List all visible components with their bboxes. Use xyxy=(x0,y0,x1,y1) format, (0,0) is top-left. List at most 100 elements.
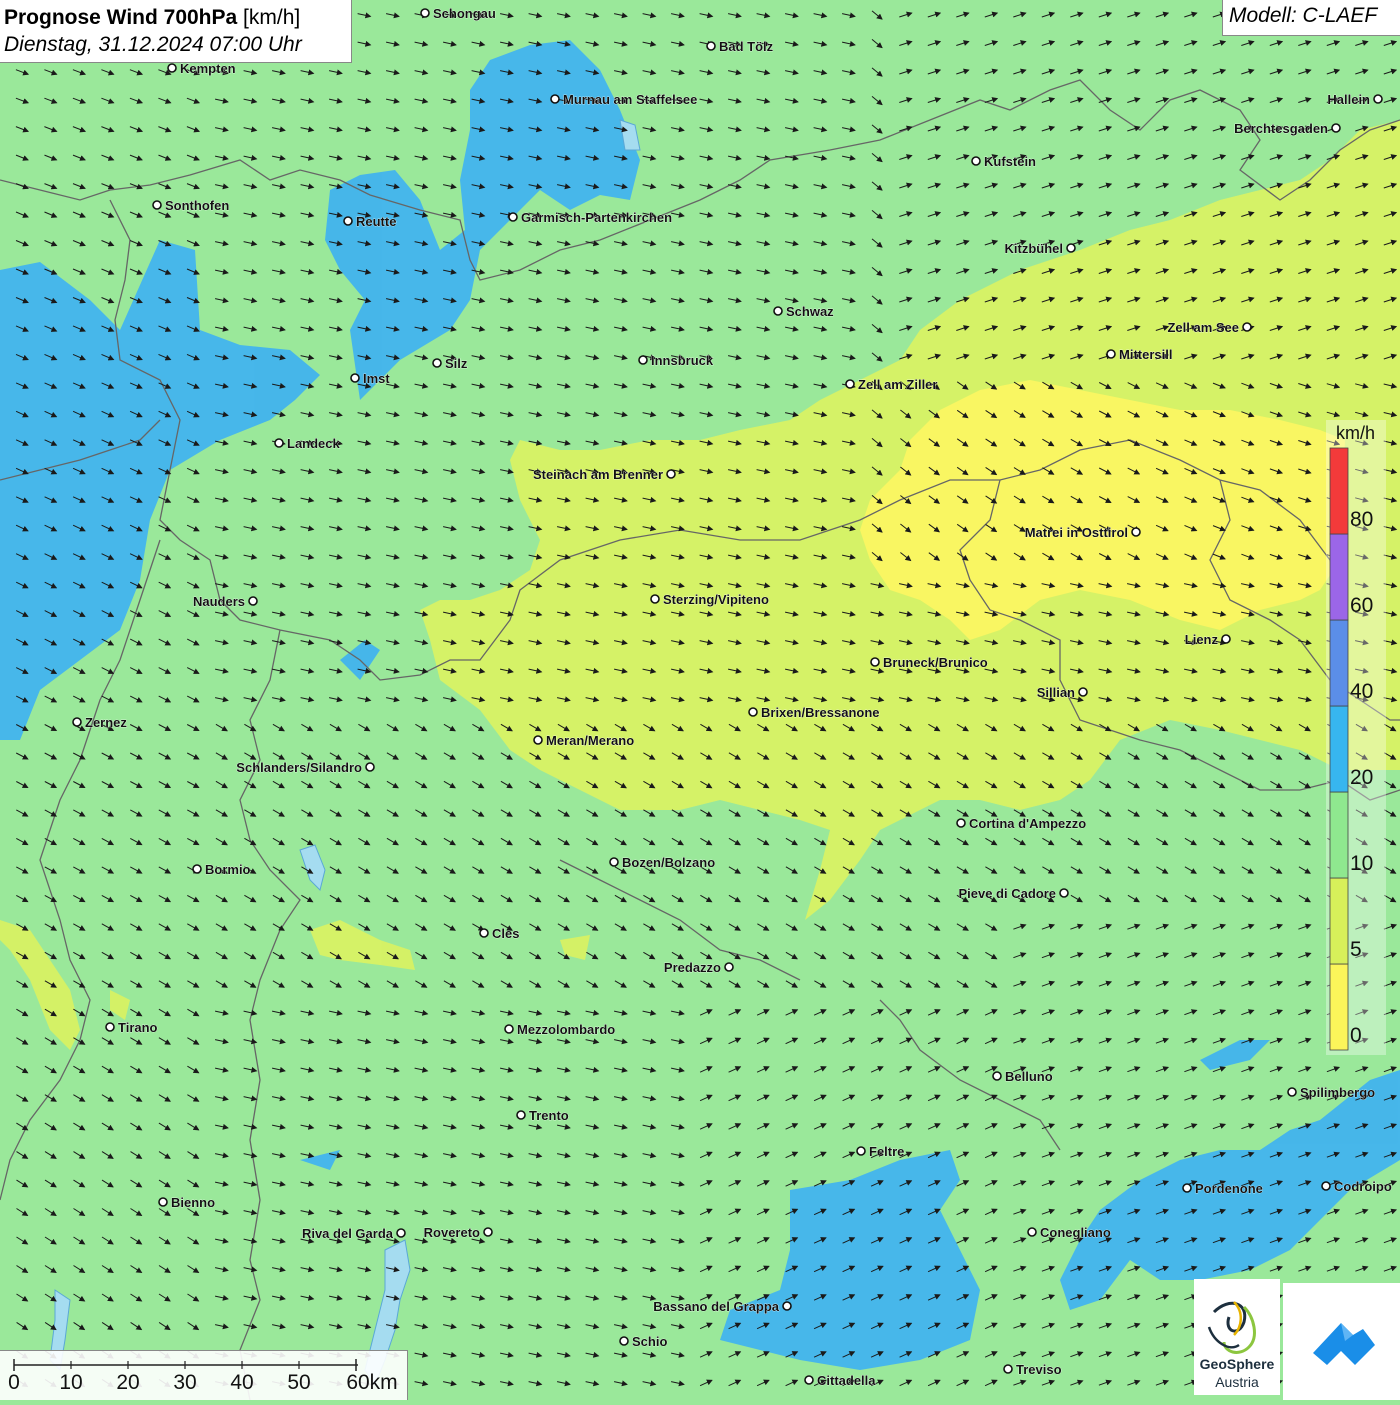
city-label: Trento xyxy=(529,1108,569,1123)
city-dot xyxy=(105,1022,115,1032)
city-marker: Brixen/Bressanone xyxy=(748,705,880,720)
city-marker: Schongau xyxy=(420,6,496,21)
city-dot xyxy=(773,306,783,316)
city-label: Schwaz xyxy=(786,304,834,319)
city-label: Cles xyxy=(492,926,519,941)
legend-label: 0 xyxy=(1350,1024,1362,1047)
geosphere-emblem-icon xyxy=(1207,1301,1256,1354)
city-dot xyxy=(248,596,258,606)
legend-swatch xyxy=(1329,447,1349,535)
city-marker: Schlanders/Silandro xyxy=(236,760,375,775)
city-marker: Pieve di Cadore xyxy=(958,886,1069,901)
city-label: Riva del Garda xyxy=(302,1226,394,1241)
wind-map: Schongau Bad Tölz Kempten Hallein Murnau am … xyxy=(0,0,1400,1400)
city-dot xyxy=(365,762,375,772)
city-label: Schongau xyxy=(433,6,496,21)
city-marker: Riva del Garda xyxy=(302,1226,406,1241)
city-dot xyxy=(956,818,966,828)
city-dot xyxy=(1242,322,1252,332)
title-main: Prognose Wind 700hPa xyxy=(4,6,238,29)
city-dot xyxy=(1373,94,1383,104)
city-label: Codroipo xyxy=(1334,1179,1392,1194)
legend-swatch xyxy=(1329,619,1349,707)
city-label: Nauders xyxy=(193,594,245,609)
city-dot xyxy=(1078,687,1088,697)
city-marker: Zell am See xyxy=(1167,320,1252,335)
city-dot xyxy=(706,41,716,51)
forecast-date: Dienstag, 31.12.2024 07:00 Uhr xyxy=(4,33,302,56)
city-label: Predazzo xyxy=(664,960,721,975)
city-dot xyxy=(1059,888,1069,898)
city-dot xyxy=(638,355,648,365)
legend-label: 80 xyxy=(1350,508,1374,531)
geosphere-logo[interactable]: GeoSphere Austria xyxy=(1194,1279,1280,1395)
city-label: Landeck xyxy=(287,436,341,451)
city-dot xyxy=(804,1375,814,1385)
legend-label: 10 xyxy=(1350,852,1374,875)
city-label: Silz xyxy=(445,356,468,371)
legend-label: 60 xyxy=(1350,594,1374,617)
app-logo[interactable] xyxy=(1283,1283,1400,1400)
city-label: Innsbruck xyxy=(651,353,714,368)
city-marker: Mezzolombardo xyxy=(504,1022,616,1037)
city-label: Reutte xyxy=(356,214,396,229)
city-label: Bassano del Grappa xyxy=(653,1299,779,1314)
scale-bar: 0 10 20 30 40 50 60km xyxy=(0,1350,408,1400)
city-label: Bad Tölz xyxy=(719,39,774,54)
city-dot xyxy=(550,94,560,104)
city-label: Matrei in Osttirol xyxy=(1025,525,1128,540)
title-box: Prognose Wind 700hPa [km/h] Dienstag, 31… xyxy=(0,0,352,63)
city-label: Meran/Merano xyxy=(546,733,634,748)
legend-swatch xyxy=(1329,705,1349,793)
city-label: Sterzing/Vipiteno xyxy=(663,592,769,607)
city-marker: Zell am Ziller xyxy=(845,377,938,392)
city-marker: Sonthofen xyxy=(152,198,230,213)
city-label: Steinach am Brenner xyxy=(533,467,663,482)
city-marker: Matrei in Osttirol xyxy=(1024,525,1141,540)
legend-label: 5 xyxy=(1350,938,1362,961)
legend-unit: km/h xyxy=(1336,423,1376,443)
scale-label: 20 xyxy=(116,1371,140,1394)
city-marker: Meran/Merano xyxy=(533,733,634,748)
city-label: Bormio xyxy=(205,862,251,877)
city-dot xyxy=(516,1110,526,1120)
city-marker: Pordenone xyxy=(1182,1181,1263,1196)
city-marker: Bruneck/Brunico xyxy=(870,655,988,670)
city-dot xyxy=(870,657,880,667)
city-label: Treviso xyxy=(1016,1362,1062,1377)
city-label: Rovereto xyxy=(424,1225,480,1240)
city-dot xyxy=(748,707,758,717)
city-label: Zernez xyxy=(85,715,127,730)
city-dot xyxy=(1066,243,1076,253)
scale-label: 40 xyxy=(230,1371,254,1394)
city-dot xyxy=(1106,349,1116,359)
city-label: Bozen/Bolzano xyxy=(622,855,715,870)
city-marker: Sterzing/Vipiteno xyxy=(650,592,769,607)
city-dot xyxy=(845,379,855,389)
city-dot xyxy=(619,1336,629,1346)
city-dot xyxy=(420,8,430,18)
city-dot xyxy=(533,735,543,745)
legend-label: 20 xyxy=(1350,766,1374,789)
city-dot xyxy=(396,1228,406,1238)
city-label: Zell am See xyxy=(1167,320,1239,335)
city-label: Bruneck/Brunico xyxy=(883,655,988,670)
city-label: Mittersill xyxy=(1119,347,1172,362)
city-dot xyxy=(479,928,489,938)
title-unit: [km/h] xyxy=(243,6,301,29)
city-label: Schlanders/Silandro xyxy=(236,760,362,775)
city-marker: Spilimbergo xyxy=(1287,1085,1375,1100)
scale-label: 0 xyxy=(8,1371,20,1394)
city-marker: Bassano del Grappa xyxy=(653,1299,792,1314)
city-label: Schio xyxy=(632,1334,667,1349)
city-dot xyxy=(666,469,676,479)
city-marker: Berchtesgaden xyxy=(1234,121,1341,136)
city-dot xyxy=(1131,527,1141,537)
city-dot xyxy=(1321,1181,1331,1191)
city-label: Conegliano xyxy=(1040,1225,1111,1240)
city-dot xyxy=(782,1301,792,1311)
city-dot xyxy=(1027,1227,1037,1237)
legend-swatch xyxy=(1329,791,1349,879)
city-dot xyxy=(1287,1087,1297,1097)
geosphere-country: Austria xyxy=(1215,1374,1259,1390)
